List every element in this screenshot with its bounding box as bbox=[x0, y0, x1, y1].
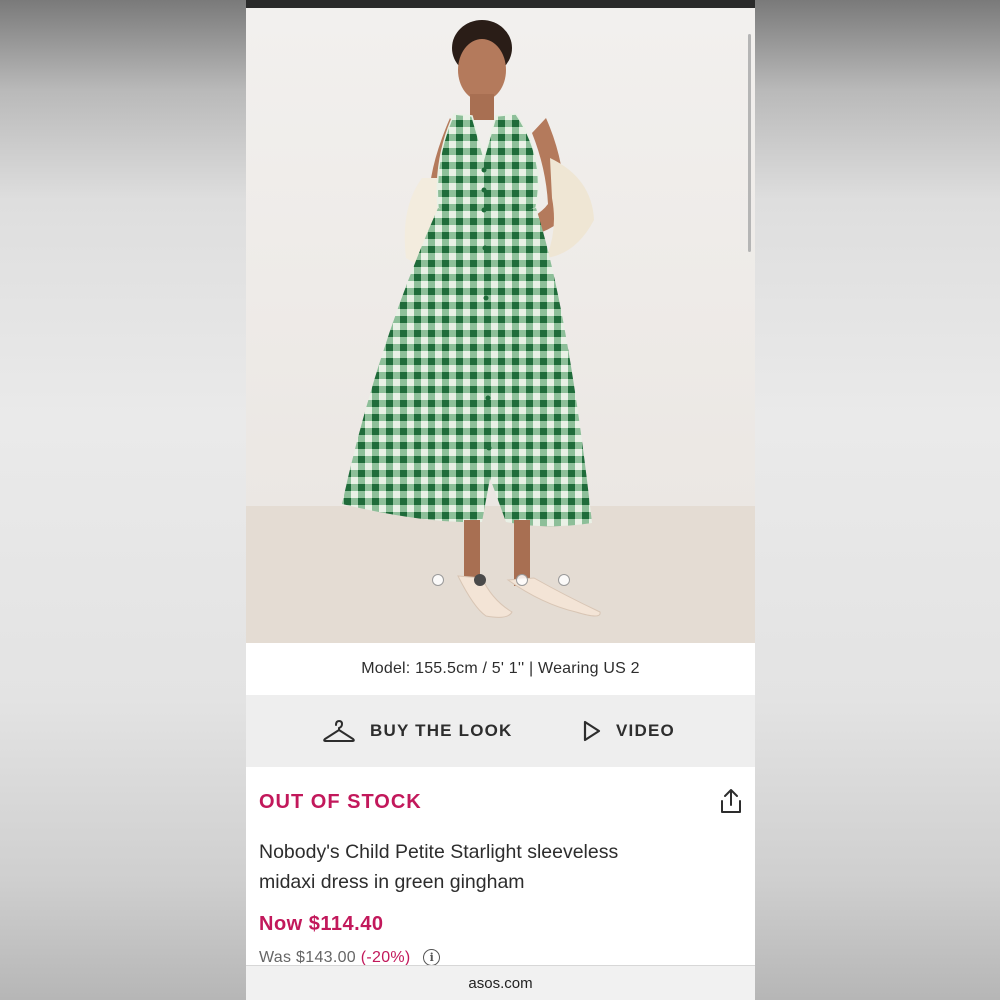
product-title-line-2: midaxi dress in green gingham bbox=[259, 871, 525, 893]
info-icon[interactable]: i bbox=[423, 949, 441, 966]
buy-the-look-button[interactable]: BUY THE LOOK bbox=[322, 695, 513, 767]
model-size-info: Model: 155.5cm / 5' 1'' | Wearing US 2 bbox=[246, 643, 755, 695]
current-price: Now $114.40 bbox=[259, 913, 384, 935]
product-title-line-1: Nobody's Child Petite Starlight sleevele… bbox=[259, 841, 619, 863]
phone-screen: Model: 155.5cm / 5' 1'' | Wearing US 2 B… bbox=[246, 0, 755, 1000]
share-icon bbox=[718, 789, 744, 819]
carousel-dot[interactable] bbox=[516, 574, 528, 586]
url-text: asos.com bbox=[468, 975, 533, 992]
media-action-bar: BUY THE LOOK VIDEO bbox=[246, 695, 755, 767]
play-icon bbox=[582, 720, 602, 742]
product-image[interactable] bbox=[246, 8, 755, 643]
hanger-icon bbox=[322, 719, 356, 743]
blurred-background-right bbox=[755, 0, 1000, 1000]
scrollbar[interactable] bbox=[748, 34, 751, 252]
product-photo bbox=[246, 8, 755, 643]
product-title: Nobody's Child Petite Starlight sleevele… bbox=[259, 837, 699, 897]
carousel-dot[interactable] bbox=[558, 574, 570, 586]
carousel-dot-active[interactable] bbox=[474, 574, 486, 586]
status-bar bbox=[246, 0, 755, 8]
buy-the-look-label: BUY THE LOOK bbox=[370, 721, 513, 740]
stock-status: OUT OF STOCK bbox=[259, 791, 422, 813]
browser-url-bar[interactable]: asos.com bbox=[246, 965, 755, 1000]
was-price: Was $143.00 bbox=[259, 949, 356, 966]
video-label: VIDEO bbox=[616, 721, 675, 740]
blurred-background-left bbox=[0, 0, 246, 1000]
carousel-dot[interactable] bbox=[432, 574, 444, 586]
share-button[interactable] bbox=[718, 787, 744, 815]
video-button[interactable]: VIDEO bbox=[582, 695, 675, 767]
image-carousel-dots bbox=[246, 574, 755, 590]
discount-percent: (-20%) bbox=[360, 949, 411, 966]
